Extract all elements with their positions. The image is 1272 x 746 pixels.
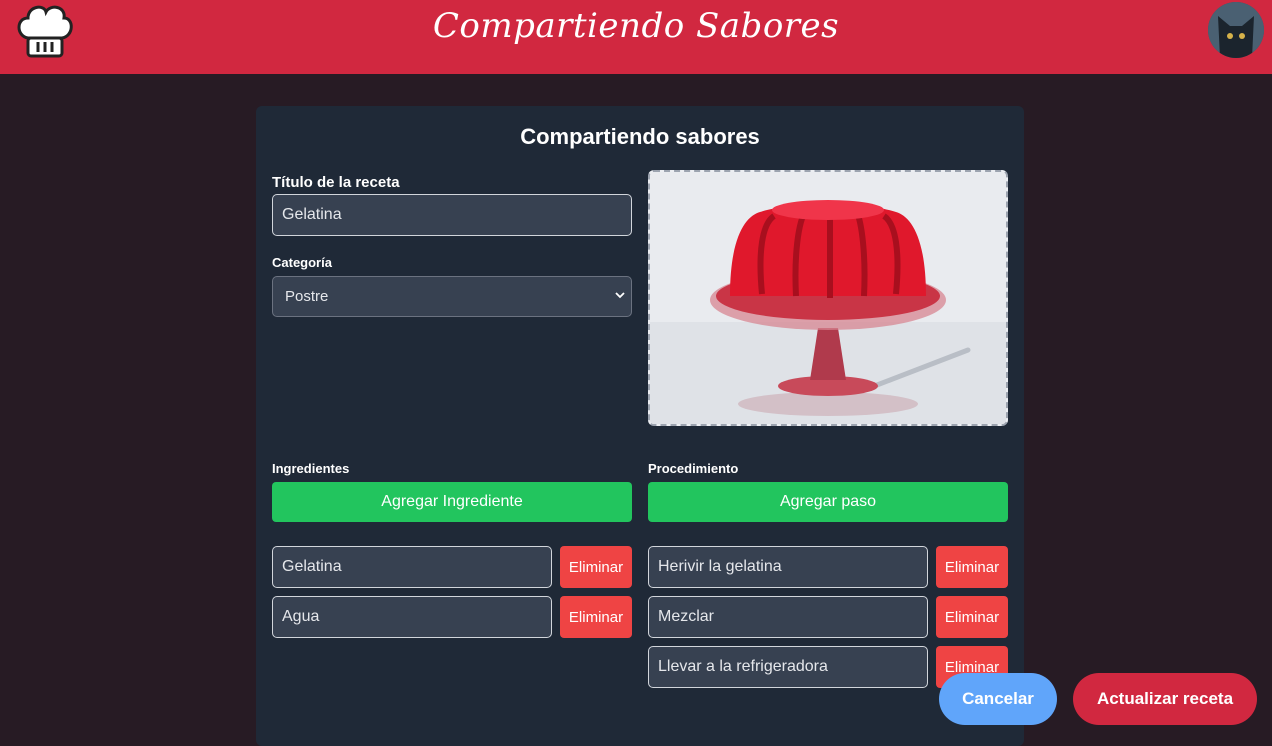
remove-step-button[interactable]: Eliminar xyxy=(936,546,1008,588)
cancel-button[interactable]: Cancelar xyxy=(939,673,1057,725)
step-value: Llevar a la refrigeradora xyxy=(658,658,828,675)
recipe-image-dropzone[interactable] xyxy=(648,170,1008,426)
form-heading: Compartiendo sabores xyxy=(520,124,760,149)
step-input[interactable]: Mezclar xyxy=(648,596,928,638)
step-value: Mezclar xyxy=(658,608,715,625)
ingredient-input[interactable]: Agua xyxy=(272,596,552,638)
recipe-title-input[interactable]: Gelatina xyxy=(272,194,632,236)
step-value: Herivir la gelatina xyxy=(658,558,782,575)
remove-ingredient-button[interactable]: Eliminar xyxy=(560,596,632,638)
user-avatar[interactable] xyxy=(1208,2,1264,58)
title-label: Título de la receta xyxy=(272,174,400,191)
top-bar: Compartiendo Sabores xyxy=(0,0,1272,74)
step-input[interactable]: Llevar a la refrigeradora xyxy=(648,646,928,688)
remove-ingredient-button[interactable]: Eliminar xyxy=(560,546,632,588)
remove-step-button[interactable]: Eliminar xyxy=(936,596,1008,638)
add-ingredient-button[interactable]: Agregar Ingrediente xyxy=(272,482,632,522)
gelatin-dessert-photo xyxy=(650,172,1006,424)
recipe-form-card: Compartiendo sabores Título de la receta… xyxy=(256,106,1024,746)
chevron-down-icon xyxy=(615,292,625,299)
category-value: Postre xyxy=(285,288,329,305)
ingredient-input[interactable]: Gelatina xyxy=(272,546,552,588)
category-label: Categoría xyxy=(272,255,332,270)
update-recipe-button[interactable]: Actualizar receta xyxy=(1073,673,1257,725)
procedure-label: Procedimiento xyxy=(648,461,739,476)
add-step-button[interactable]: Agregar paso xyxy=(648,482,1008,522)
ingredient-value: Gelatina xyxy=(282,558,342,575)
brand-title: Compartiendo Sabores xyxy=(432,6,840,46)
category-select[interactable]: Postre xyxy=(272,276,632,317)
ingredients-label: Ingredientes xyxy=(272,461,350,476)
step-input[interactable]: Herivir la gelatina xyxy=(648,546,928,588)
ingredient-value: Agua xyxy=(282,608,320,625)
recipe-title-value: Gelatina xyxy=(282,206,342,223)
